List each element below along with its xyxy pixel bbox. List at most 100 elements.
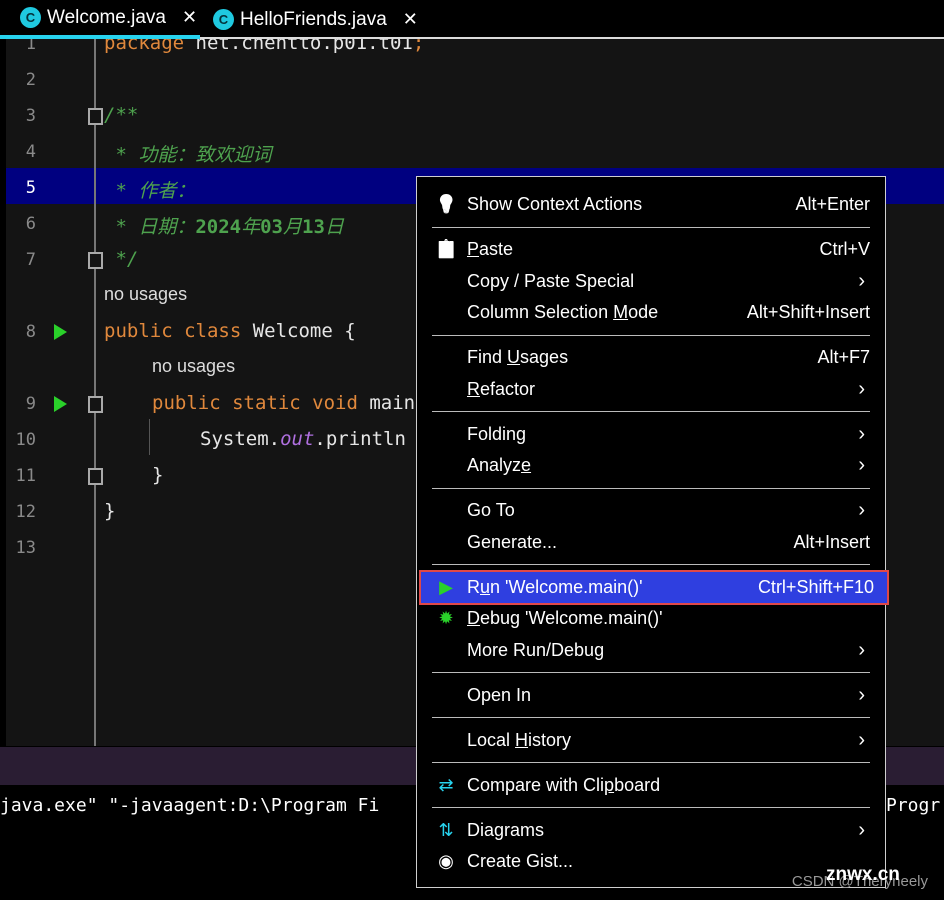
menu-item-generate[interactable]: Generate... Alt+Insert	[417, 527, 885, 559]
menu-item-show-context-actions[interactable]: 💡 Show Context Actions Alt+Enter	[417, 189, 885, 221]
code-token: .println	[314, 428, 406, 450]
menu-item-more-run-debug[interactable]: More Run/Debug ›	[417, 635, 885, 667]
code-token: public class	[104, 320, 253, 342]
menu-item-run-welcome-main[interactable]: ▶ Run 'Welcome.main()' Ctrl+Shift+F10	[419, 569, 889, 605]
watermark-logo: znwx.cn	[826, 864, 900, 885]
run-icon: ▶	[439, 576, 453, 597]
diagram-icon: ⇅	[438, 819, 454, 840]
menu-item-copy-paste-special[interactable]: Copy / Paste Special ›	[417, 266, 885, 298]
line-number: 3	[25, 106, 36, 126]
code-line: * 作者：	[104, 176, 195, 203]
code-token: Welcome {	[252, 320, 356, 342]
menu-item-label: Analyze	[467, 455, 532, 476]
code-token: 月	[283, 216, 303, 238]
code-token: 03	[260, 216, 283, 238]
code-line: * 日期：2024年03月13日	[104, 212, 344, 239]
menu-item-find-usages[interactable]: Find Usages Alt+F7	[417, 342, 885, 374]
menu-item-label: Run 'Welcome.main()'	[467, 576, 643, 597]
chevron-right-icon: ›	[858, 269, 865, 292]
run-gutter-icon[interactable]	[54, 324, 67, 340]
tab-welcome-java[interactable]: C Welcome.java ✕	[0, 0, 200, 39]
menu-item-label: Copy / Paste Special	[467, 270, 635, 291]
menu-item-debug-welcome-main[interactable]: ✹ Debug 'Welcome.main()'	[417, 603, 885, 635]
menu-item-label: Create Gist...	[467, 851, 574, 872]
menu-item-label: Refactor	[467, 378, 536, 399]
code-token: 日	[324, 216, 344, 238]
menu-separator	[432, 717, 870, 718]
line-number: 4	[25, 142, 36, 162]
menu-item-label: Generate...	[467, 531, 558, 552]
shortcut: Ctrl+V	[819, 239, 870, 260]
console-text-right: Progr	[886, 795, 941, 816]
code-line: public static void main	[152, 392, 415, 414]
menu-separator	[432, 487, 870, 489]
menu-separator	[432, 564, 870, 565]
code-token: public static void	[152, 392, 370, 414]
line-number: 8	[25, 322, 36, 342]
context-menu: 💡 Show Context Actions Alt+Enter 📋 Paste Ctrl…	[416, 176, 889, 888]
chevron-right-icon: ›	[858, 499, 865, 522]
shortcut: Alt+Shift+Insert	[746, 302, 870, 323]
menu-separator	[432, 226, 870, 228]
shortcut: Alt+Insert	[793, 531, 870, 552]
menu-item-local-history[interactable]: Local History ›	[417, 725, 885, 757]
java-class-icon: C	[213, 9, 234, 30]
shortcut: Alt+Enter	[795, 194, 870, 215]
menu-item-label: Folding	[467, 423, 527, 444]
line-number: 9	[25, 394, 36, 414]
line-number: 10	[15, 430, 36, 450]
menu-item-label: Open In	[467, 684, 532, 705]
fold-collapse-icon[interactable]	[88, 396, 103, 413]
menu-item-label: Debug 'Welcome.main()'	[467, 608, 663, 629]
usage-hint: no usages	[152, 356, 236, 376]
menu-item-folding[interactable]: Folding ›	[417, 419, 885, 451]
debug-icon: ✹	[438, 608, 454, 629]
code-token: main	[369, 392, 416, 414]
code-token: */	[104, 248, 139, 270]
line-number: 13	[15, 538, 36, 558]
code-token: 年	[241, 216, 261, 238]
clipboard-icon: 📋	[435, 239, 458, 260]
tab-hellofriends-java[interactable]: C HelloFriends.java ✕	[193, 0, 418, 39]
line-number: 2	[25, 70, 36, 90]
code-token: 13	[302, 216, 325, 238]
lightbulb-icon: 💡	[435, 194, 458, 215]
shortcut: Alt+F7	[817, 347, 870, 368]
code-line: }	[104, 500, 115, 522]
close-icon[interactable]: ✕	[403, 9, 418, 30]
menu-separator	[432, 762, 870, 763]
code-line: * 功能：致欢迎词	[104, 140, 271, 167]
code-line: }	[152, 464, 163, 486]
fold-collapse-icon[interactable]	[88, 108, 103, 125]
menu-item-analyze[interactable]: Analyze ›	[417, 450, 885, 482]
fold-end-icon[interactable]	[88, 468, 103, 485]
menu-separator	[432, 672, 870, 673]
editor-tab-bar: C Welcome.java ✕ C HelloFriends.java ✕	[0, 0, 944, 39]
code-line: package net.chentto.p01.t01;	[104, 39, 424, 54]
menu-item-paste[interactable]: 📋 Paste Ctrl+V	[417, 234, 885, 266]
menu-item-label: Find Usages	[467, 347, 569, 368]
run-gutter-icon[interactable]	[54, 396, 67, 412]
code-line: System.out.println	[200, 428, 406, 450]
line-number: 6	[25, 214, 36, 234]
menu-item-diagrams[interactable]: ⇅ Diagrams ›	[417, 815, 885, 847]
code-token: package	[104, 39, 196, 54]
code-token: System.	[200, 428, 281, 450]
tab-label: HelloFriends.java	[240, 8, 387, 30]
menu-item-label: Compare with Clipboard	[467, 774, 661, 795]
chevron-right-icon: ›	[858, 422, 865, 445]
indent-guide	[149, 419, 150, 455]
menu-item-open-in[interactable]: Open In ›	[417, 680, 885, 712]
fold-end-icon[interactable]	[88, 252, 103, 269]
menu-item-go-to[interactable]: Go To ›	[417, 495, 885, 527]
code-token: }	[152, 464, 164, 486]
code-token: 2024	[195, 216, 242, 238]
menu-item-column-selection-mode[interactable]: Column Selection Mode Alt+Shift+Insert	[417, 297, 885, 329]
code-token: ;	[412, 39, 425, 54]
code-token: * 功能：致欢迎词	[104, 144, 272, 166]
menu-item-compare-with-clipboard[interactable]: ⇄ Compare with Clipboard	[417, 770, 885, 802]
code-token: net.chentto.p01.t01	[195, 39, 413, 54]
menu-item-label: Show Context Actions	[467, 194, 643, 215]
menu-item-refactor[interactable]: Refactor ›	[417, 374, 885, 406]
chevron-right-icon: ›	[858, 377, 865, 400]
